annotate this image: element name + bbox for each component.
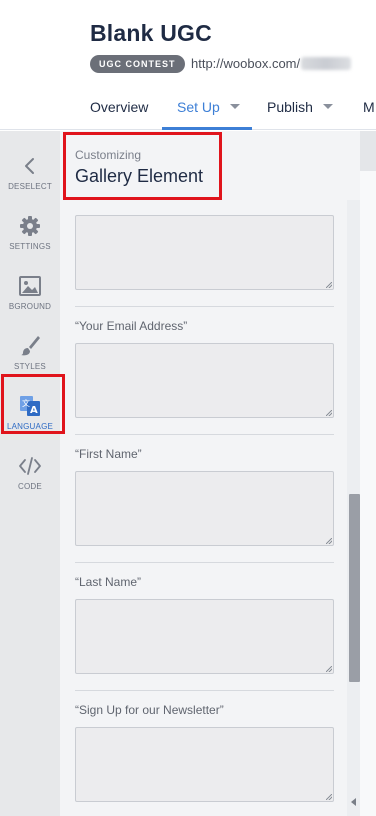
sidebar-item-deselect[interactable]: DESELECT: [0, 145, 60, 203]
resize-grip-icon[interactable]: [326, 410, 332, 416]
redacted-url-slug: [301, 57, 351, 70]
caret-down-icon: [322, 103, 333, 109]
field-divider: [75, 434, 334, 435]
sidebar-item-label: BGROUND: [8, 302, 52, 311]
tab-setup-label: Set Up: [177, 99, 220, 115]
field-divider: [75, 562, 334, 563]
scroll-arrow-icon[interactable]: [351, 798, 356, 806]
field-divider: [75, 690, 334, 691]
tab-more[interactable]: M: [363, 86, 375, 130]
highlight-box-panel-header: [63, 132, 222, 200]
highlight-box-language: [1, 374, 65, 434]
page-scrollbar-thumb[interactable]: [360, 131, 376, 171]
email-address-text-field[interactable]: [75, 343, 334, 418]
tab-overview-label: Overview: [90, 99, 149, 115]
code-icon: [0, 453, 60, 479]
field-label-newsletter: “Sign Up for our Newsletter”: [75, 703, 224, 717]
field-label-last-name: “Last Name”: [75, 575, 142, 589]
header: Blank UGC UGC CONTEST http://woobox.com/…: [0, 0, 376, 130]
main-tabs: Overview Set Up Publish M: [0, 86, 376, 130]
vote-text-field[interactable]: [75, 215, 334, 290]
gear-icon: [0, 213, 60, 239]
caret-down-icon: [229, 103, 240, 109]
field-divider: [75, 306, 334, 307]
field-label-email: “Your Email Address”: [75, 319, 188, 333]
field-label-first-name: “First Name”: [75, 447, 142, 461]
sidebar-item-label: CODE: [18, 482, 42, 491]
tab-publish-label: Publish: [267, 99, 313, 115]
resize-grip-icon[interactable]: [326, 666, 332, 672]
sidebar-item-background[interactable]: BGROUND: [0, 265, 60, 323]
sidebar-item-settings[interactable]: SETTINGS: [0, 205, 60, 263]
tab-overview[interactable]: Overview: [90, 86, 148, 130]
tab-more-label: M: [363, 99, 375, 115]
page-scrollbar-track[interactable]: [360, 131, 376, 816]
customize-panel: Vote “Your Email Address” “First Name” “…: [60, 131, 360, 816]
brush-icon: [0, 333, 60, 359]
tab-publish[interactable]: Publish: [267, 86, 333, 130]
contest-type-badge: UGC CONTEST: [90, 55, 185, 73]
resize-grip-icon[interactable]: [326, 794, 332, 800]
app-root: Blank UGC UGC CONTEST http://woobox.com/…: [0, 0, 376, 816]
resize-grip-icon[interactable]: [326, 282, 332, 288]
contest-url[interactable]: http://woobox.com/: [191, 56, 300, 71]
first-name-text-field[interactable]: [75, 471, 334, 546]
page-title: Blank UGC: [90, 20, 212, 46]
tab-setup[interactable]: Set Up: [162, 86, 252, 130]
panel-scrollbar-thumb[interactable]: [349, 494, 360, 682]
sidebar-item-label: STYLES: [14, 362, 46, 371]
sidebar-item-label: DESELECT: [8, 182, 52, 191]
last-name-text-field[interactable]: [75, 599, 334, 674]
editor-sidebar: DESELECT SETTINGS BGROUND STYLES 文 A LAN…: [0, 131, 60, 816]
sidebar-item-label: SETTINGS: [9, 242, 51, 251]
sidebar-item-code[interactable]: CODE: [0, 445, 60, 503]
resize-grip-icon[interactable]: [326, 538, 332, 544]
newsletter-text-field[interactable]: [75, 727, 334, 802]
chevron-left-icon: [0, 153, 60, 179]
image-icon: [0, 273, 60, 299]
